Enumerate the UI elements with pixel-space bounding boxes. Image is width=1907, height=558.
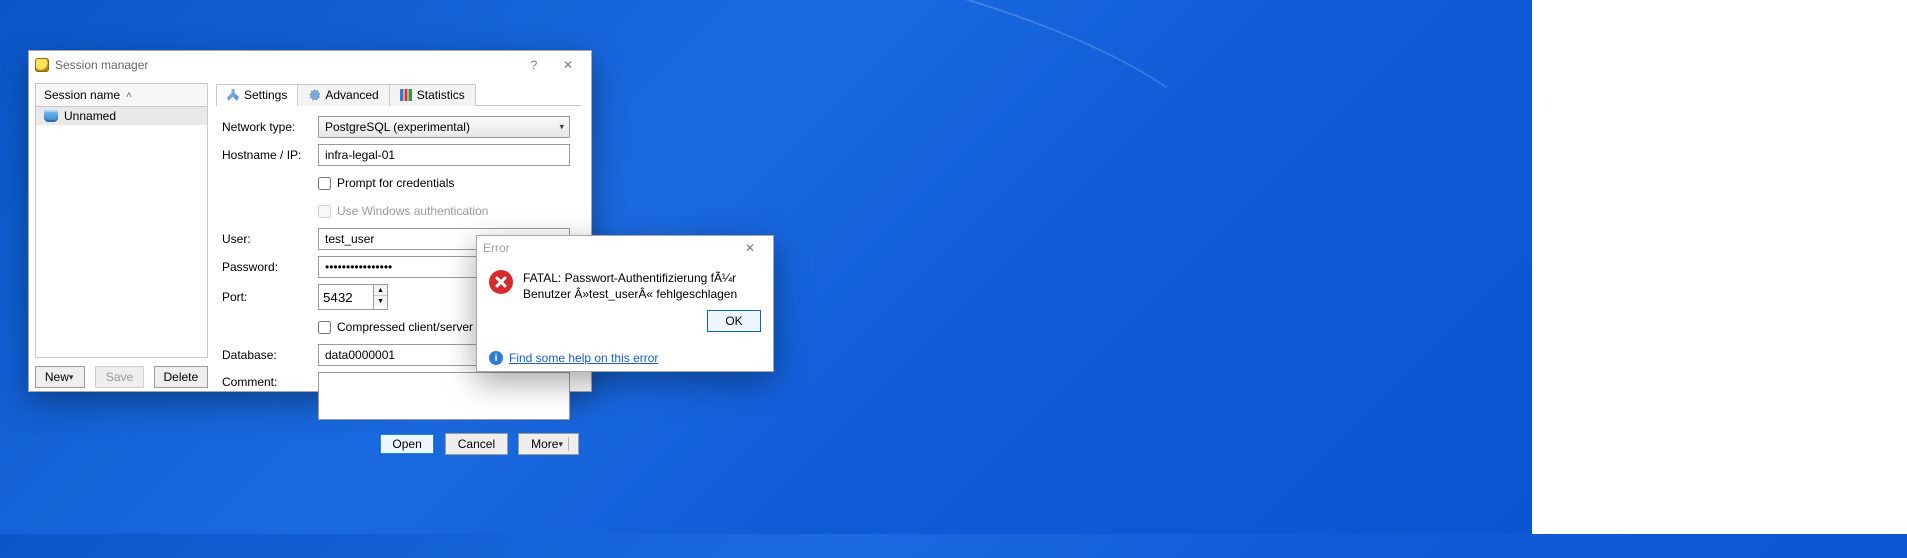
prompt-credentials-checkbox[interactable]: Prompt for credentials xyxy=(318,176,570,190)
error-icon xyxy=(489,270,513,294)
window-title: Session manager xyxy=(55,58,148,72)
dropdown-caret-icon: ▾ xyxy=(69,372,74,383)
session-list[interactable]: Unnamed xyxy=(35,107,208,358)
error-close-button[interactable]: ✕ xyxy=(733,237,767,259)
port-decrement[interactable]: ▼ xyxy=(374,296,387,306)
network-type-select[interactable]: PostgreSQL (experimental) ▾ xyxy=(318,116,570,138)
close-button[interactable]: ✕ xyxy=(551,54,585,76)
help-button[interactable]: ? xyxy=(517,54,551,76)
port-increment[interactable]: ▲ xyxy=(374,285,387,296)
label-database: Database: xyxy=(222,348,318,362)
comment-textarea[interactable] xyxy=(318,372,570,420)
database-icon xyxy=(44,110,58,122)
label-hostname: Hostname / IP: xyxy=(222,148,318,162)
bar-chart-icon xyxy=(400,89,412,101)
app-icon xyxy=(35,58,49,72)
session-item-label: Unnamed xyxy=(64,109,116,123)
tab-advanced[interactable]: Advanced xyxy=(297,84,389,106)
error-title: Error xyxy=(483,241,510,255)
info-icon: i xyxy=(489,351,503,365)
more-button[interactable]: More▾ xyxy=(518,433,579,455)
titlebar[interactable]: Session manager ? ✕ xyxy=(29,51,591,79)
label-port: Port: xyxy=(222,290,318,304)
port-stepper[interactable]: ▲▼ xyxy=(318,284,388,310)
hostname-input[interactable] xyxy=(318,144,570,166)
sort-asc-icon: ˄ xyxy=(126,90,132,101)
tab-statistics[interactable]: Statistics xyxy=(389,84,476,106)
windows-auth-checkbox: Use Windows authentication xyxy=(318,204,570,218)
tab-strip: Settings Advanced Statistics xyxy=(216,83,581,106)
ok-button[interactable]: OK xyxy=(707,310,761,332)
help-link[interactable]: Find some help on this error xyxy=(509,351,658,365)
session-item-unnamed[interactable]: Unnamed xyxy=(36,107,207,125)
new-button[interactable]: New▾ xyxy=(35,366,85,388)
open-button[interactable]: Open xyxy=(379,433,434,455)
save-button: Save xyxy=(95,366,143,388)
session-list-header[interactable]: Session name ˄ xyxy=(35,83,208,107)
error-titlebar[interactable]: Error ✕ xyxy=(477,236,773,260)
error-message: FATAL: Passwort-Authentifizierung fÃ¼r B… xyxy=(523,270,761,302)
label-network-type: Network type: xyxy=(222,120,318,134)
cancel-button[interactable]: Cancel xyxy=(445,433,508,455)
port-input[interactable] xyxy=(318,284,373,310)
gear-icon xyxy=(308,89,320,101)
label-user: User: xyxy=(222,232,318,246)
wrench-icon xyxy=(227,89,239,101)
session-list-header-label: Session name xyxy=(44,88,120,102)
delete-button[interactable]: Delete xyxy=(154,366,208,388)
error-dialog: Error ✕ FATAL: Passwort-Authentifizierun… xyxy=(476,235,774,372)
dropdown-caret-icon: ▾ xyxy=(558,439,563,450)
label-password: Password: xyxy=(222,260,318,274)
label-comment: Comment: xyxy=(222,372,318,389)
session-list-panel: Session name ˄ Unnamed New▾ Save Delete xyxy=(29,79,212,391)
tab-settings[interactable]: Settings xyxy=(216,84,298,106)
